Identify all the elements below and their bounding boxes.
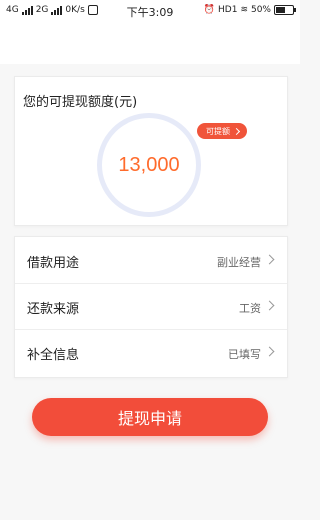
row-label: 还款来源 (27, 302, 80, 317)
status-bar: 4G 2G 0K/s 下午3:09 ⏰ HD1 ≋ 50% (0, 0, 300, 22)
hd-indicator: HD1 (218, 5, 238, 15)
row-repayment-source[interactable]: 还款来源 工资 (15, 283, 287, 330)
battery-icon (274, 5, 296, 15)
chevron-right-icon (232, 127, 241, 135)
row-value: 已填写 (228, 348, 261, 361)
chevron-right-icon (264, 300, 275, 311)
row-label: 补全信息 (27, 348, 80, 363)
row-label: 借款用途 (27, 256, 80, 271)
quota-card: 您的可提现额度(元) 13,000 可提额 (14, 76, 288, 226)
row-value: 工资 (239, 302, 261, 315)
row-loan-purpose[interactable]: 借款用途 副业经营 (15, 237, 287, 284)
alarm-icon: ⏰ (203, 5, 215, 15)
battery-percent: 50% (250, 5, 271, 15)
row-supplement-info[interactable]: 补全信息 已填写 (15, 329, 287, 375)
quota-badge[interactable]: 可提额 (197, 123, 247, 139)
wifi-icon: ≋ (240, 5, 248, 15)
header-bar (0, 22, 300, 64)
row-value: 副业经营 (217, 256, 261, 269)
quota-title: 您的可提现额度(元) (23, 95, 138, 110)
quota-badge-label: 可提额 (206, 126, 230, 136)
chevron-right-icon (264, 346, 275, 357)
withdraw-apply-button[interactable]: 提现申请 (32, 398, 268, 436)
status-bar-right: ⏰ HD1 ≋ 50% (203, 5, 296, 15)
chevron-right-icon (264, 254, 275, 265)
info-list: 借款用途 副业经营 还款来源 工资 补全信息 已填写 (14, 236, 288, 378)
quota-amount: 13,000 (118, 153, 180, 176)
